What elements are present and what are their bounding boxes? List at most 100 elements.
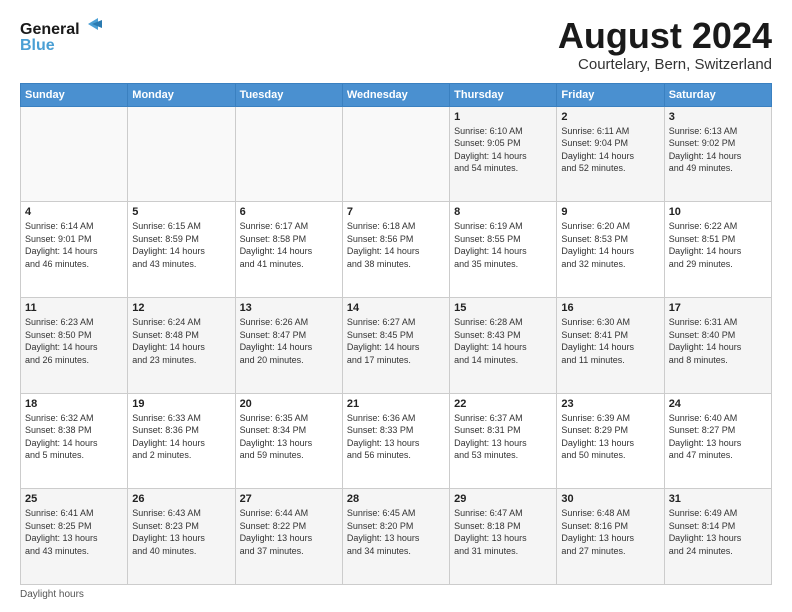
calendar-cell <box>342 106 449 202</box>
calendar-header-sunday: Sunday <box>21 83 128 106</box>
day-info: Sunrise: 6:39 AM Sunset: 8:29 PM Dayligh… <box>561 412 659 462</box>
day-number: 21 <box>347 398 445 410</box>
calendar-cell: 23 Sunrise: 6:39 AM Sunset: 8:29 PM Dayli… <box>557 393 664 489</box>
title-block: August 2024 Courtelary, Bern, Switzerlan… <box>558 16 772 73</box>
day-info: Sunrise: 6:27 AM Sunset: 8:45 PM Dayligh… <box>347 316 445 366</box>
calendar-cell: 7 Sunrise: 6:18 AM Sunset: 8:56 PM Daylig… <box>342 202 449 298</box>
main-title: August 2024 <box>558 16 772 56</box>
calendar-cell: 15 Sunrise: 6:28 AM Sunset: 8:43 PM Dayli… <box>450 297 557 393</box>
calendar-header-saturday: Saturday <box>664 83 771 106</box>
calendar-header-monday: Monday <box>128 83 235 106</box>
calendar-cell: 11Sunrise: 6:23 AM Sunset: 8:50 PM Dayli… <box>21 297 128 393</box>
calendar-cell: 18Sunrise: 6:32 AM Sunset: 8:38 PM Dayli… <box>21 393 128 489</box>
day-number: 12 <box>132 302 230 314</box>
calendar-cell: 8 Sunrise: 6:19 AM Sunset: 8:55 PM Daylig… <box>450 202 557 298</box>
calendar-cell: 26Sunrise: 6:43 AM Sunset: 8:23 PM Dayli… <box>128 489 235 585</box>
day-info: Sunrise: 6:14 AM Sunset: 9:01 PM Dayligh… <box>25 220 123 270</box>
day-number: 4 <box>25 206 123 218</box>
day-number: 17 <box>669 302 767 314</box>
calendar-cell: 17 Sunrise: 6:31 AM Sunset: 8:40 PM Dayli… <box>664 297 771 393</box>
logo: General Blue <box>20 16 110 56</box>
calendar-cell <box>128 106 235 202</box>
calendar-cell <box>21 106 128 202</box>
day-number: 8 <box>454 206 552 218</box>
day-info: Sunrise: 6:24 AM Sunset: 8:48 PM Dayligh… <box>132 316 230 366</box>
day-info: Sunrise: 6:44 AM Sunset: 8:22 PM Dayligh… <box>240 507 338 557</box>
day-number: 10 <box>669 206 767 218</box>
calendar-week-0: 1 Sunrise: 6:10 AM Sunset: 9:05 PM Daylig… <box>21 106 772 202</box>
day-number: 7 <box>347 206 445 218</box>
day-number: 3 <box>669 111 767 123</box>
day-info: Sunrise: 6:28 AM Sunset: 8:43 PM Dayligh… <box>454 316 552 366</box>
day-number: 20 <box>240 398 338 410</box>
day-number: 18 <box>25 398 123 410</box>
day-info: Sunrise: 6:33 AM Sunset: 8:36 PM Dayligh… <box>132 412 230 462</box>
day-number: 1 <box>454 111 552 123</box>
day-info: Sunrise: 6:18 AM Sunset: 8:56 PM Dayligh… <box>347 220 445 270</box>
day-info: Sunrise: 6:36 AM Sunset: 8:33 PM Dayligh… <box>347 412 445 462</box>
day-number: 14 <box>347 302 445 314</box>
calendar-header-row: SundayMondayTuesdayWednesdayThursdayFrid… <box>21 83 772 106</box>
calendar-cell: 16 Sunrise: 6:30 AM Sunset: 8:41 PM Dayli… <box>557 297 664 393</box>
calendar-cell: 12 Sunrise: 6:24 AM Sunset: 8:48 PM Dayli… <box>128 297 235 393</box>
calendar-cell: 10 Sunrise: 6:22 AM Sunset: 8:51 PM Dayli… <box>664 202 771 298</box>
day-info: Sunrise: 6:30 AM Sunset: 8:41 PM Dayligh… <box>561 316 659 366</box>
calendar: SundayMondayTuesdayWednesdayThursdayFrid… <box>20 83 772 585</box>
day-number: 23 <box>561 398 659 410</box>
calendar-cell: 29 Sunrise: 6:47 AM Sunset: 8:18 PM Dayli… <box>450 489 557 585</box>
day-number: 27 <box>240 493 338 505</box>
calendar-cell: 20Sunrise: 6:35 AM Sunset: 8:34 PM Dayli… <box>235 393 342 489</box>
calendar-table: SundayMondayTuesdayWednesdayThursdayFrid… <box>20 83 772 585</box>
calendar-week-3: 18Sunrise: 6:32 AM Sunset: 8:38 PM Dayli… <box>21 393 772 489</box>
day-number: 22 <box>454 398 552 410</box>
day-info: Sunrise: 6:13 AM Sunset: 9:02 PM Dayligh… <box>669 125 767 175</box>
day-info: Sunrise: 6:45 AM Sunset: 8:20 PM Dayligh… <box>347 507 445 557</box>
day-info: Sunrise: 6:31 AM Sunset: 8:40 PM Dayligh… <box>669 316 767 366</box>
calendar-cell: 6 Sunrise: 6:17 AM Sunset: 8:58 PM Daylig… <box>235 202 342 298</box>
calendar-cell: 5Sunrise: 6:15 AM Sunset: 8:59 PM Daylig… <box>128 202 235 298</box>
calendar-header-thursday: Thursday <box>450 83 557 106</box>
day-info: Sunrise: 6:11 AM Sunset: 9:04 PM Dayligh… <box>561 125 659 175</box>
calendar-header-friday: Friday <box>557 83 664 106</box>
day-number: 11 <box>25 302 123 314</box>
day-number: 28 <box>347 493 445 505</box>
calendar-cell: 21 Sunrise: 6:36 AM Sunset: 8:33 PM Dayli… <box>342 393 449 489</box>
day-info: Sunrise: 6:22 AM Sunset: 8:51 PM Dayligh… <box>669 220 767 270</box>
day-info: Sunrise: 6:20 AM Sunset: 8:53 PM Dayligh… <box>561 220 659 270</box>
day-number: 16 <box>561 302 659 314</box>
day-info: Sunrise: 6:37 AM Sunset: 8:31 PM Dayligh… <box>454 412 552 462</box>
calendar-cell: 25 Sunrise: 6:41 AM Sunset: 8:25 PM Dayli… <box>21 489 128 585</box>
footer-note: Daylight hours <box>20 589 772 600</box>
calendar-cell: 13 Sunrise: 6:26 AM Sunset: 8:47 PM Dayli… <box>235 297 342 393</box>
calendar-cell: 3 Sunrise: 6:13 AM Sunset: 9:02 PM Daylig… <box>664 106 771 202</box>
day-info: Sunrise: 6:49 AM Sunset: 8:14 PM Dayligh… <box>669 507 767 557</box>
day-number: 6 <box>240 206 338 218</box>
day-number: 2 <box>561 111 659 123</box>
day-info: Sunrise: 6:41 AM Sunset: 8:25 PM Dayligh… <box>25 507 123 557</box>
calendar-cell: 2 Sunrise: 6:11 AM Sunset: 9:04 PM Daylig… <box>557 106 664 202</box>
day-info: Sunrise: 6:15 AM Sunset: 8:59 PM Dayligh… <box>132 220 230 270</box>
calendar-cell: 28 Sunrise: 6:45 AM Sunset: 8:20 PM Dayli… <box>342 489 449 585</box>
calendar-cell <box>235 106 342 202</box>
day-info: Sunrise: 6:43 AM Sunset: 8:23 PM Dayligh… <box>132 507 230 557</box>
day-number: 13 <box>240 302 338 314</box>
calendar-cell: 27 Sunrise: 6:44 AM Sunset: 8:22 PM Dayli… <box>235 489 342 585</box>
calendar-cell: 30Sunrise: 6:48 AM Sunset: 8:16 PM Dayli… <box>557 489 664 585</box>
day-number: 15 <box>454 302 552 314</box>
day-info: Sunrise: 6:47 AM Sunset: 8:18 PM Dayligh… <box>454 507 552 557</box>
calendar-cell: 9 Sunrise: 6:20 AM Sunset: 8:53 PM Daylig… <box>557 202 664 298</box>
day-number: 29 <box>454 493 552 505</box>
day-number: 25 <box>25 493 123 505</box>
calendar-cell: 19Sunrise: 6:33 AM Sunset: 8:36 PM Dayli… <box>128 393 235 489</box>
day-number: 9 <box>561 206 659 218</box>
day-info: Sunrise: 6:26 AM Sunset: 8:47 PM Dayligh… <box>240 316 338 366</box>
day-info: Sunrise: 6:17 AM Sunset: 8:58 PM Dayligh… <box>240 220 338 270</box>
logo-icon: General Blue <box>20 16 110 56</box>
subtitle: Courtelary, Bern, Switzerland <box>558 56 772 73</box>
calendar-week-2: 11Sunrise: 6:23 AM Sunset: 8:50 PM Dayli… <box>21 297 772 393</box>
header: General Blue August 2024 Courtelary, Ber… <box>20 16 772 73</box>
day-info: Sunrise: 6:19 AM Sunset: 8:55 PM Dayligh… <box>454 220 552 270</box>
svg-text:Blue: Blue <box>20 37 55 54</box>
day-info: Sunrise: 6:10 AM Sunset: 9:05 PM Dayligh… <box>454 125 552 175</box>
calendar-header-tuesday: Tuesday <box>235 83 342 106</box>
